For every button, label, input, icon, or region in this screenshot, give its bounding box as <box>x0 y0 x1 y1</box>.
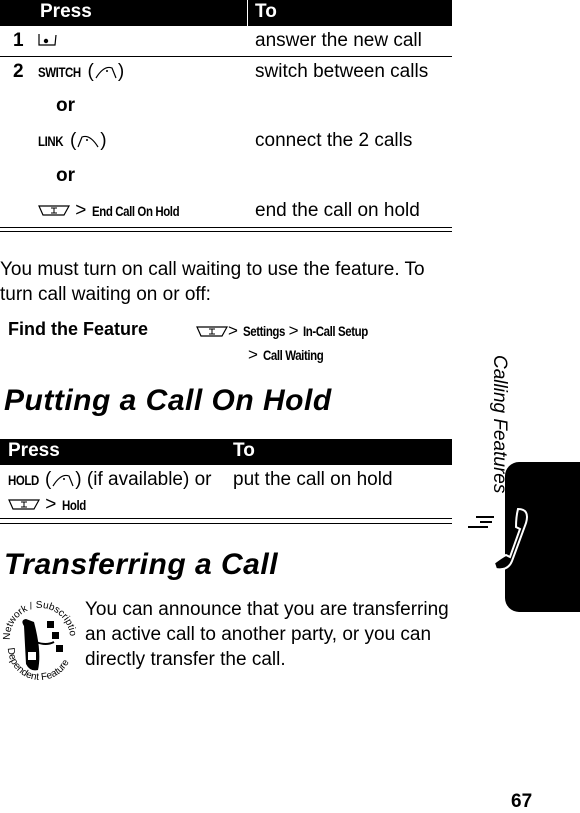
table-bottom-rule <box>0 518 452 519</box>
left-soft-key-icon <box>76 130 100 151</box>
phone-call-icon <box>466 505 538 580</box>
col-press-header: Press <box>8 440 60 461</box>
in-call-setup-label: In-Call Setup <box>303 323 369 339</box>
feature-path: > Settings > In-Call Setup > Call Waitin… <box>196 319 382 367</box>
col-to-header: To <box>255 1 277 22</box>
menu-key-icon <box>38 200 70 221</box>
link-softkey-label: LINK <box>38 133 64 149</box>
left-soft-key-icon <box>51 469 75 490</box>
section-title-hold: Putting a Call On Hold <box>4 384 332 417</box>
page-number: 67 <box>511 791 533 812</box>
menu-key-icon <box>196 321 228 340</box>
end-call-on-hold-label: End Call On Hold <box>91 203 180 219</box>
call-waiting-label: Call Waiting <box>262 347 324 363</box>
row-action: answer the new call <box>255 30 422 51</box>
row-number: 1 <box>13 30 24 51</box>
table-bottom-rule <box>0 523 452 524</box>
find-feature-label: Find the Feature <box>8 319 149 339</box>
row-action: put the call on hold <box>233 469 393 490</box>
network-dependent-feature-icon: Network / Subscription Dependent Feature <box>0 584 78 683</box>
settings-menu-label: Settings <box>242 323 285 339</box>
transfer-paragraph: You can announce that you are transferri… <box>85 599 449 670</box>
menu-separator: > <box>75 200 87 221</box>
hold-softkey-label: HOLD <box>8 472 39 488</box>
table-header: Press To <box>0 0 452 26</box>
send-key-icon <box>38 32 58 53</box>
table-bottom-rule <box>0 231 452 232</box>
col-to-header: To <box>233 440 255 461</box>
or-text: or <box>56 95 75 116</box>
menu-key-icon <box>8 494 40 515</box>
hold-menu-label: Hold <box>61 497 86 513</box>
row-number: 2 <box>13 61 24 82</box>
col-press-header: Press <box>40 1 92 22</box>
row-divider <box>0 56 452 57</box>
section-title-transfer: Transferring a Call <box>4 548 279 581</box>
row-action: switch between calls <box>255 61 429 82</box>
switch-softkey-label: SWITCH <box>38 64 81 80</box>
hold-table-header: Press To <box>0 439 452 465</box>
svg-text:Network / Subscription: Network / Subscription <box>2 592 76 640</box>
intro-paragraph: You must turn on call waiting to use the… <box>0 259 425 305</box>
row-action: end the call on hold <box>255 200 420 221</box>
or-text: or <box>56 165 75 186</box>
row-action: connect the 2 calls <box>255 130 413 151</box>
table-bottom-rule <box>0 227 452 228</box>
left-soft-key-icon <box>94 61 118 82</box>
